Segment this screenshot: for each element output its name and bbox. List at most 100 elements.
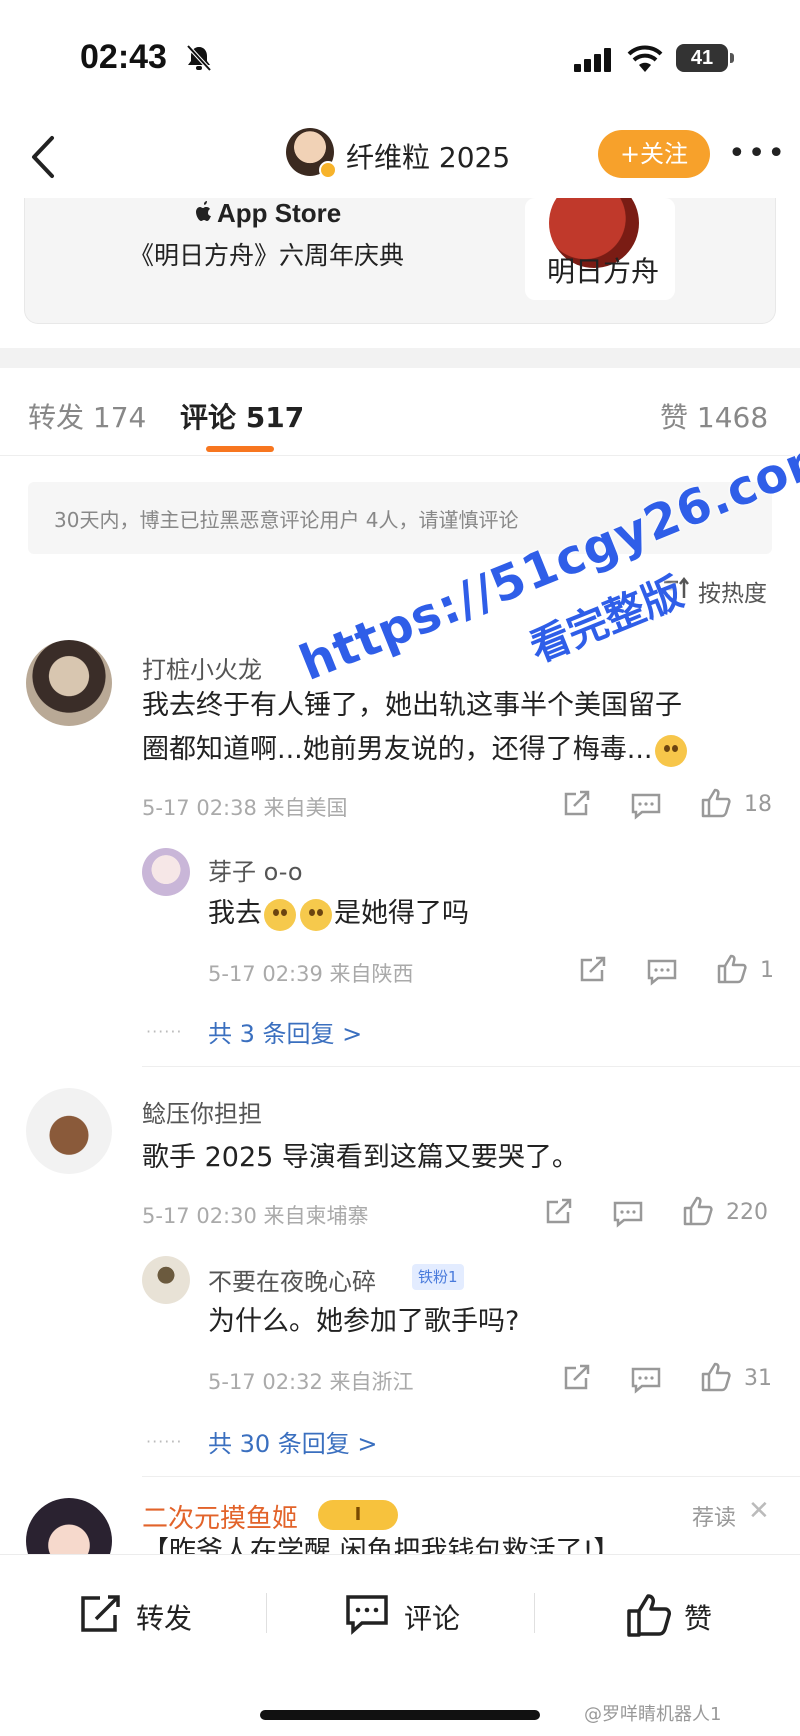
reply-time: 5-17 02:39 — [208, 962, 323, 986]
close-icon[interactable]: ✕ — [748, 1496, 770, 1526]
tab-like[interactable]: 赞 1468 — [660, 396, 768, 436]
repost-icon[interactable] — [78, 1593, 124, 1635]
tab-repost-label: 转发 — [28, 401, 85, 434]
battery-indicator: 41 — [676, 44, 734, 72]
comment-time: 5-17 02:38 — [142, 796, 257, 820]
comment-separator — [142, 1066, 800, 1067]
like-icon[interactable] — [626, 1593, 672, 1637]
author-avatar[interactable] — [286, 128, 337, 179]
wifi-icon — [627, 45, 663, 72]
commenter-name[interactable]: 打桩小火龙 — [142, 650, 262, 685]
shocked-emoji-icon — [300, 898, 332, 931]
share-icon[interactable] — [544, 1198, 574, 1226]
ad-art-logo: 明日方舟 — [547, 255, 660, 288]
share-icon[interactable] — [562, 790, 592, 818]
reply-meta: 5-17 02:32 来自浙江 — [208, 1366, 414, 1396]
interaction-tabs: 转发 174 评论 517 赞 1468 — [0, 370, 800, 456]
comment-time: 5-17 02:30 — [142, 1204, 257, 1228]
follow-button[interactable]: +关注 — [598, 130, 710, 178]
bottom-divider — [266, 1593, 267, 1633]
like-icon[interactable] — [682, 1196, 714, 1226]
bell-muted-icon — [186, 44, 212, 72]
bottom-action-bar: 转发 评论 赞 — [0, 1554, 800, 1682]
nav-bar: 纤维粒 2025 +关注 ••• — [0, 118, 800, 198]
comment-text: 歌手 2025 导演看到这篇又要哭了。 — [142, 1142, 579, 1173]
shocked-emoji-icon — [264, 898, 296, 931]
reply-avatar[interactable] — [142, 1256, 190, 1304]
reply-location: 来自陕西 — [329, 962, 414, 986]
reply-user-name[interactable]: 不要在夜晚心碎 — [208, 1262, 376, 1297]
apple-icon — [196, 201, 211, 221]
recommend-label: 荐读 — [692, 1506, 737, 1531]
like-count: 1 — [760, 958, 774, 983]
commenter-avatar[interactable] — [26, 640, 112, 726]
ad-image: 明日方舟 — [525, 198, 675, 300]
view-more-replies-link[interactable]: 共 3 条回复 > — [208, 1014, 362, 1049]
view-more-replies-link[interactable]: 共 30 条回复 > — [208, 1424, 378, 1459]
tab-comment[interactable]: 评论 517 — [180, 396, 304, 436]
ad-card[interactable]: App Store 《明日方舟》六周年庆典 明日方舟 — [24, 198, 776, 324]
reply-text-suffix: 是她得了吗 — [334, 898, 469, 929]
comment-meta: 5-17 02:38 来自美国 — [142, 792, 348, 822]
comment-icon[interactable] — [646, 958, 678, 986]
reply-dots: ······ — [146, 1432, 183, 1451]
reply-meta: 5-17 02:39 来自陕西 — [208, 958, 414, 988]
comment-location: 来自柬埔寨 — [263, 1204, 369, 1228]
vip-badge-icon: I — [318, 1500, 398, 1530]
vip-badge-text: I — [354, 1504, 362, 1525]
tab-like-count: 1468 — [696, 401, 769, 434]
source-credit: @罗咩睛机器人1 — [584, 1704, 722, 1725]
like-icon[interactable] — [700, 1362, 732, 1392]
signal-icon — [574, 48, 611, 72]
bottom-divider — [534, 1593, 535, 1633]
status-bar: 02:43 41 — [0, 0, 800, 110]
like-button[interactable]: 赞 — [684, 1597, 712, 1637]
reply-text-prefix: 我去 — [208, 898, 262, 929]
active-tab-indicator — [206, 446, 274, 452]
comment-text: 【昨爷人在学醒 闲鱼把我钱包救活了!】 — [142, 1536, 621, 1554]
like-icon[interactable] — [716, 954, 748, 984]
clock: 02:43 — [80, 38, 167, 76]
tab-repost[interactable]: 转发 174 — [28, 396, 146, 436]
comment-text-line-2-text: 圈都知道啊...她前男友说的，还得了梅毒... — [142, 734, 653, 765]
reply-user-name[interactable]: 芽子 o-o — [208, 852, 303, 887]
comment-icon[interactable] — [630, 1366, 662, 1394]
like-icon[interactable] — [700, 788, 732, 818]
laugh-cry-emoji-icon — [654, 734, 687, 767]
verified-badge-icon — [319, 161, 337, 179]
share-icon[interactable] — [562, 1364, 592, 1392]
tab-comment-count: 517 — [245, 401, 305, 434]
comment-separator — [142, 1476, 800, 1477]
reply-location: 来自浙江 — [329, 1370, 414, 1394]
reply-text: 我去 是她得了吗 — [208, 892, 469, 936]
section-divider — [0, 348, 800, 368]
share-icon[interactable] — [578, 956, 608, 984]
back-arrow-icon[interactable] — [22, 132, 66, 182]
comment-text-line: 我去终于有人锤了，她出轨这事半个美国留子 — [142, 690, 682, 721]
comment-text-line-2: 圈都知道啊...她前男友说的，还得了梅毒... — [142, 728, 689, 772]
reply-text: 为什么。她参加了歌手吗? — [208, 1306, 520, 1337]
ad-store-name: App Store — [217, 198, 342, 228]
comment-icon[interactable] — [344, 1593, 390, 1635]
author-name[interactable]: 纤维粒 2025 — [346, 136, 510, 176]
comment-icon[interactable] — [612, 1200, 644, 1228]
comment-icon[interactable] — [630, 792, 662, 820]
reply-avatar[interactable] — [142, 848, 190, 896]
like-count: 31 — [744, 1366, 772, 1391]
repost-button[interactable]: 转发 — [136, 1597, 192, 1637]
like-count: 18 — [744, 792, 772, 817]
tab-like-label: 赞 — [660, 401, 689, 434]
sort-by-heat[interactable]: 按热度 — [698, 574, 767, 608]
comment-meta: 5-17 02:30 来自柬埔寨 — [142, 1200, 369, 1230]
comment-button[interactable]: 评论 — [404, 1597, 460, 1637]
fan-level-badge: 铁粉1 — [412, 1264, 464, 1290]
ad-title: 《明日方舟》六周年庆典 — [129, 241, 405, 270]
tab-comment-label: 评论 — [180, 401, 237, 434]
home-indicator[interactable] — [260, 1710, 540, 1720]
commenter-avatar[interactable] — [26, 1088, 112, 1174]
comment-text: 我去终于有人锤了，她出轨这事半个美国留子 圈都知道啊...她前男友说的，还得了梅… — [142, 684, 689, 772]
more-options-icon[interactable]: ••• — [728, 136, 787, 171]
reply-dots: ······ — [146, 1022, 183, 1041]
commenter-name[interactable]: 鲶压你担担 — [142, 1094, 262, 1129]
tab-repost-count: 174 — [92, 401, 147, 434]
